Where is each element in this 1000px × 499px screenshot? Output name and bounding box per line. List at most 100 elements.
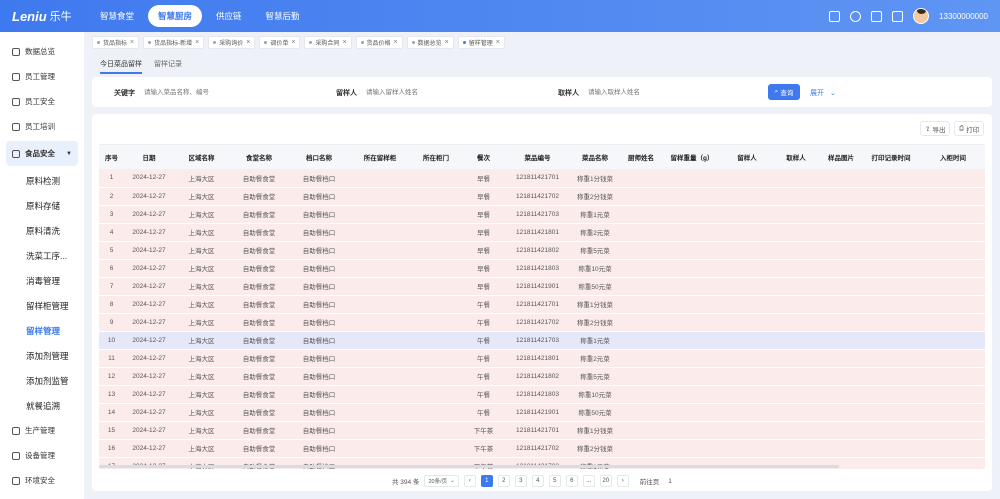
upload-icon[interactable] — [829, 10, 841, 22]
page-tab[interactable]: 货品指标-新增 × — [143, 36, 205, 49]
page-tab[interactable]: 调价单 × — [259, 36, 301, 49]
page-number[interactable]: 2 — [497, 475, 510, 487]
close-icon[interactable]: × — [195, 39, 199, 46]
page-number[interactable]: 6 — [565, 475, 578, 487]
table-row[interactable]: 4 2024-12-27 上海大区 自助餐食堂 自助餐档口 早餐 121811421801 称… — [99, 223, 985, 242]
sidebar-item[interactable]: 员工培训 — [0, 114, 84, 139]
sidebar-item[interactable]: 生产管理 — [0, 418, 84, 443]
sidebar-subitem[interactable]: 留样管理 — [0, 318, 84, 343]
sampler-input[interactable] — [366, 84, 454, 101]
page-tab[interactable]: 采购合同 × — [304, 36, 352, 49]
expand-toggle[interactable]: 展开 ⌄ — [810, 88, 836, 98]
table-cell — [723, 403, 771, 422]
close-icon[interactable]: × — [342, 39, 346, 46]
page-number[interactable]: 5 — [548, 475, 561, 487]
sidebar-subitem[interactable]: 添加剂监管 — [0, 368, 84, 393]
page-tab[interactable]: 留样管理 × — [457, 36, 505, 49]
sidebar-item[interactable]: 设备管理 — [0, 443, 84, 468]
close-icon[interactable]: × — [246, 39, 250, 46]
export-button[interactable]: ⇪ 导出 — [920, 121, 951, 136]
table-cell — [921, 223, 985, 242]
table-row[interactable]: 2 2024-12-27 上海大区 自助餐食堂 自助餐档口 早餐 121811421702 称… — [99, 187, 985, 206]
table-row[interactable]: 1 2024-12-27 上海大区 自助餐食堂 自助餐档口 早餐 121811421701 称… — [99, 169, 985, 188]
close-icon[interactable]: × — [394, 39, 398, 46]
sidebar-subitem[interactable]: 消毒管理 — [0, 268, 84, 293]
table-row[interactable]: 11 2024-12-27 上海大区 自助餐食堂 自助餐档口 午餐 121811421801… — [99, 349, 985, 368]
close-icon[interactable]: × — [130, 39, 134, 46]
fullscreen-icon[interactable] — [892, 10, 904, 22]
table-cell: 2024-12-27 — [124, 187, 174, 206]
next-page-button[interactable]: › — [616, 475, 629, 487]
sidebar-item[interactable]: 环境安全 — [0, 468, 84, 493]
calendar-icon[interactable] — [871, 10, 883, 22]
sidebar-subitem[interactable]: 原料清洗 — [0, 218, 84, 243]
sidebar-group-food-safety[interactable]: 食品安全 ▼ — [6, 141, 78, 166]
page-tab[interactable]: 数据总览 × — [406, 36, 454, 49]
table-row[interactable]: 7 2024-12-27 上海大区 自助餐食堂 自助餐档口 早餐 121811421901 称… — [99, 277, 985, 296]
sidebar-item-label: 员工管理 — [25, 72, 55, 81]
sub-tab[interactable]: 今日菜品留样 — [100, 54, 142, 74]
close-icon[interactable]: × — [496, 39, 500, 46]
table-cell — [921, 205, 985, 224]
table-row[interactable]: 5 2024-12-27 上海大区 自助餐食堂 自助餐档口 早餐 121811421802 称… — [99, 241, 985, 260]
top-nav-item[interactable]: 供应链 — [206, 5, 252, 27]
sidebar-item[interactable]: 数据总览 — [0, 39, 84, 64]
print-button[interactable]: ⎙ 打印 — [954, 121, 985, 136]
user-icon[interactable] — [850, 10, 862, 22]
horizontal-scrollbar[interactable] — [99, 465, 839, 468]
table-cell — [621, 295, 661, 314]
table-cell: 上海大区 — [174, 313, 229, 332]
page-size-select[interactable]: 20条/页 ⌄ — [424, 475, 459, 487]
goto-input[interactable]: 1 — [668, 478, 672, 485]
sidebar-subitem[interactable]: 留样柜管理 — [0, 293, 84, 318]
page-number[interactable]: 20 — [599, 475, 612, 487]
page-number[interactable]: 3 — [514, 475, 527, 487]
page-number[interactable]: 1 — [480, 475, 493, 487]
table-cell: 早餐 — [461, 259, 506, 278]
top-nav-item[interactable]: 智慧后勤 — [256, 5, 310, 27]
page-tab[interactable]: 采购询价 × — [208, 36, 256, 49]
column-header: 样品图片 — [821, 145, 861, 169]
close-icon[interactable]: × — [291, 39, 295, 46]
table-row[interactable]: 13 2024-12-27 上海大区 自助餐食堂 自助餐档口 午餐 121811421803… — [99, 385, 985, 404]
avatar[interactable] — [913, 8, 930, 24]
sidebar-subitem[interactable]: 就餐追溯 — [0, 393, 84, 418]
table-cell — [921, 385, 985, 404]
table-cell — [723, 349, 771, 368]
table-row[interactable]: 9 2024-12-27 上海大区 自助餐食堂 自助餐档口 午餐 121811421702 称… — [99, 313, 985, 332]
table-row[interactable]: 16 2024-12-27 上海大区 自助餐食堂 自助餐档口 下午茶 12181142170… — [99, 439, 985, 458]
page-number[interactable]: 4 — [531, 475, 544, 487]
table-row[interactable]: 8 2024-12-27 上海大区 自助餐食堂 自助餐档口 午餐 121811421701 称… — [99, 295, 985, 314]
table-row[interactable]: 6 2024-12-27 上海大区 自助餐食堂 自助餐档口 早餐 121811421803 称… — [99, 259, 985, 278]
table-row[interactable]: 14 2024-12-27 上海大区 自助餐食堂 自助餐档口 午餐 121811421901… — [99, 403, 985, 422]
taker-input[interactable] — [588, 84, 676, 101]
page-number[interactable]: ... — [582, 475, 595, 487]
query-button[interactable]: ⌕ 查询 — [768, 84, 800, 100]
column-header: 厨师姓名 — [621, 145, 661, 169]
page-tab[interactable]: 货品价格 × — [355, 36, 403, 49]
table-cell: 121811421802 — [506, 241, 569, 260]
table-row[interactable]: 15 2024-12-27 上海大区 自助餐食堂 自助餐档口 下午茶 12181142170… — [99, 421, 985, 440]
table-row[interactable]: 12 2024-12-27 上海大区 自助餐食堂 自助餐档口 午餐 121811421802… — [99, 367, 985, 386]
sidebar-subitem[interactable]: 洗菜工序... — [0, 243, 84, 268]
top-nav-item[interactable]: 智慧厨房 — [148, 5, 203, 27]
prev-page-button[interactable]: ‹ — [463, 475, 476, 487]
sub-tab[interactable]: 留样记录 — [154, 54, 182, 74]
sidebar-subitem[interactable]: 原料存储 — [0, 193, 84, 218]
table-cell: 121811421901 — [506, 403, 569, 422]
top-nav-item[interactable]: 智慧食堂 — [90, 5, 144, 27]
table-row[interactable]: 3 2024-12-27 上海大区 自助餐食堂 自助餐档口 早餐 121811421703 称… — [99, 205, 985, 224]
sidebar-subitem[interactable]: 原料检测 — [0, 168, 84, 193]
table-cell — [861, 169, 921, 188]
close-icon[interactable]: × — [445, 39, 449, 46]
sidebar-subitem[interactable]: 添加剂管理 — [0, 343, 84, 368]
username[interactable]: 13300000000 — [939, 12, 988, 21]
keyword-input[interactable] — [144, 84, 232, 101]
sidebar-item[interactable]: 员工安全 — [0, 89, 84, 114]
table-row[interactable]: 10 2024-12-27 上海大区 自助餐食堂 自助餐档口 午餐 121811421703… — [99, 331, 985, 350]
sidebar-item[interactable]: 员工管理 — [0, 64, 84, 89]
table-cell — [821, 223, 861, 242]
table-cell: 称重1分钱菜 — [569, 295, 621, 314]
table-cell: 2024-12-27 — [124, 241, 174, 260]
page-tab[interactable]: 货品指标 × — [92, 36, 140, 49]
